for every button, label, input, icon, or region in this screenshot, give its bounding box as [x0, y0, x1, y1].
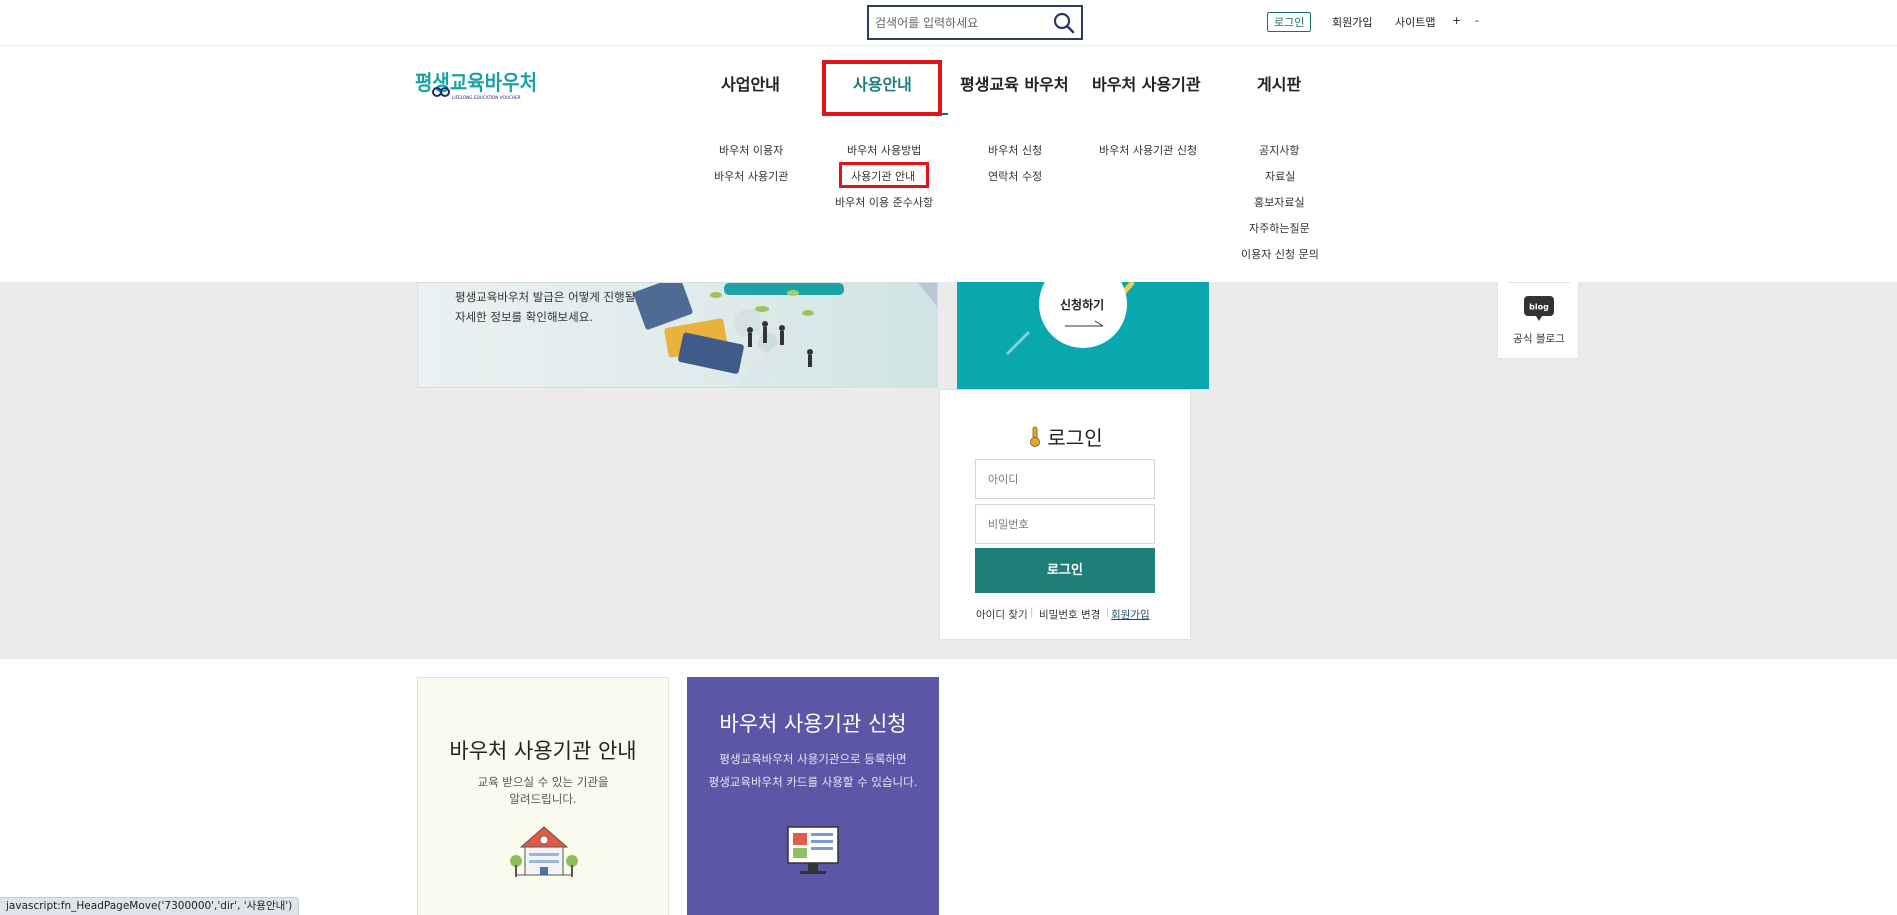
- computer-monitor-icon: [787, 826, 839, 874]
- card-desc-1: 평생교육바우처 사용기관으로 등록하면: [719, 752, 907, 766]
- signup-link[interactable]: 회원가입: [1111, 607, 1150, 622]
- svg-text:LIFELONG EDUCATION VOUCHER: LIFELONG EDUCATION VOUCHER: [452, 95, 521, 100]
- official-blog-link[interactable]: blog 공식 블로그: [1497, 282, 1579, 359]
- nav-lifelong-voucher[interactable]: 평생교육 바우처: [960, 71, 1069, 95]
- nav-voucher-institution[interactable]: 바우처 사용기관: [1092, 71, 1201, 95]
- link-separator: |: [1030, 607, 1034, 618]
- card-title: 바우처 사용기관 안내: [449, 739, 637, 763]
- zoom-out-button[interactable]: -: [1475, 14, 1479, 27]
- top-login-link[interactable]: 로그인: [1267, 12, 1312, 32]
- submenu-contact-edit[interactable]: 연락처 수정: [988, 168, 1042, 184]
- utility-bar: 로그인 회원가입 사이트맵 + -: [0, 0, 1897, 46]
- submenu-promo-materials[interactable]: 홍보자료실: [1254, 194, 1305, 210]
- submenu-user-inquiry[interactable]: 이용자 신청 문의: [1241, 246, 1319, 262]
- logo[interactable]: 평생교육바우처 LIFELONG EDUCATION VOUCHER: [415, 67, 540, 101]
- header-mega-menu: 평생교육바우처 LIFELONG EDUCATION VOUCHER 사업안내 …: [0, 46, 1897, 282]
- find-id-link[interactable]: 아이디 찾기: [976, 607, 1028, 622]
- card-desc-2: 알려드립니다.: [509, 792, 577, 806]
- key-icon: [1030, 426, 1041, 447]
- banner-line-2: 자세한 정보를 확인해보세요.: [455, 310, 593, 324]
- login-card: 로그인 로그인 아이디 찾기 | 비밀번호 변경 | 회원가입: [939, 389, 1191, 640]
- search-button[interactable]: [1051, 11, 1077, 35]
- sitemap-link[interactable]: 사이트맵: [1395, 14, 1435, 30]
- blog-divider: [1508, 282, 1570, 283]
- institution-apply-card[interactable]: 바우처 사용기관 신청 평생교육바우처 사용기관으로 등록하면 평생교육바우처 …: [687, 677, 939, 915]
- change-password-link[interactable]: 비밀번호 변경: [1039, 607, 1100, 622]
- institution-guide-card[interactable]: 바우처 사용기관 안내 교육 받으실 수 있는 기관을 알려드립니다.: [417, 677, 669, 915]
- submenu-how-to-use[interactable]: 바우처 사용방법: [847, 142, 921, 158]
- submenu-usage-rules[interactable]: 바우처 이용 준수사항: [835, 194, 933, 210]
- login-button[interactable]: 로그인: [975, 548, 1155, 593]
- svg-text:blog: blog: [1529, 303, 1549, 312]
- card-title: 바우처 사용기관 신청: [719, 712, 907, 736]
- submenu-voucher-user[interactable]: 바우처 이용자: [719, 142, 783, 158]
- blog-label: 공식 블로그: [1513, 333, 1565, 345]
- submenu-voucher-apply[interactable]: 바우처 신청: [988, 142, 1042, 158]
- submenu-archive[interactable]: 자료실: [1265, 168, 1295, 184]
- nav-business-info[interactable]: 사업안내: [721, 71, 780, 95]
- school-building-icon: [510, 826, 578, 877]
- nav-highlight-box: [822, 60, 942, 116]
- submenu-institution-apply[interactable]: 바우처 사용기관 신청: [1099, 142, 1197, 158]
- user-id-input[interactable]: [975, 459, 1155, 499]
- search-icon: [1053, 12, 1075, 34]
- submenu-highlight-box: [839, 162, 929, 188]
- link-separator: |: [1106, 607, 1110, 618]
- browser-status-bar: javascript:fn_HeadPageMove('7300000','di…: [0, 897, 300, 915]
- blog-icon: blog: [1524, 296, 1554, 321]
- search-input[interactable]: [875, 12, 1045, 34]
- password-input[interactable]: [975, 504, 1155, 544]
- login-title: 로그인: [940, 422, 1192, 451]
- card-desc-1: 교육 받으실 수 있는 기관을: [477, 775, 609, 789]
- apply-voucher-card[interactable]: 신청하기: [957, 282, 1209, 389]
- card-desc-2: 평생교육바우처 카드를 사용할 수 있습니다.: [708, 775, 918, 789]
- zoom-in-button[interactable]: +: [1452, 14, 1461, 27]
- banner-illustration: [633, 283, 937, 387]
- nav-board[interactable]: 게시판: [1257, 71, 1301, 95]
- submenu-notice[interactable]: 공지사항: [1259, 142, 1299, 158]
- logo-mark: 평생교육바우처 LIFELONG EDUCATION VOUCHER: [415, 71, 537, 100]
- login-title-text: 로그인: [1047, 426, 1103, 450]
- top-signup-link[interactable]: 회원가입: [1332, 14, 1372, 30]
- voucher-issue-banner[interactable]: 평생교육바우처 발급은 어떻게 진행될까요? 자세한 정보를 확인해보세요.: [417, 282, 938, 388]
- search-box: [867, 5, 1083, 40]
- submenu-voucher-institution[interactable]: 바우처 사용기관: [714, 168, 788, 184]
- arrow-right-icon: [1065, 320, 1104, 327]
- submenu-faq[interactable]: 자주하는질문: [1249, 220, 1310, 236]
- apply-label: 신청하기: [1060, 298, 1105, 312]
